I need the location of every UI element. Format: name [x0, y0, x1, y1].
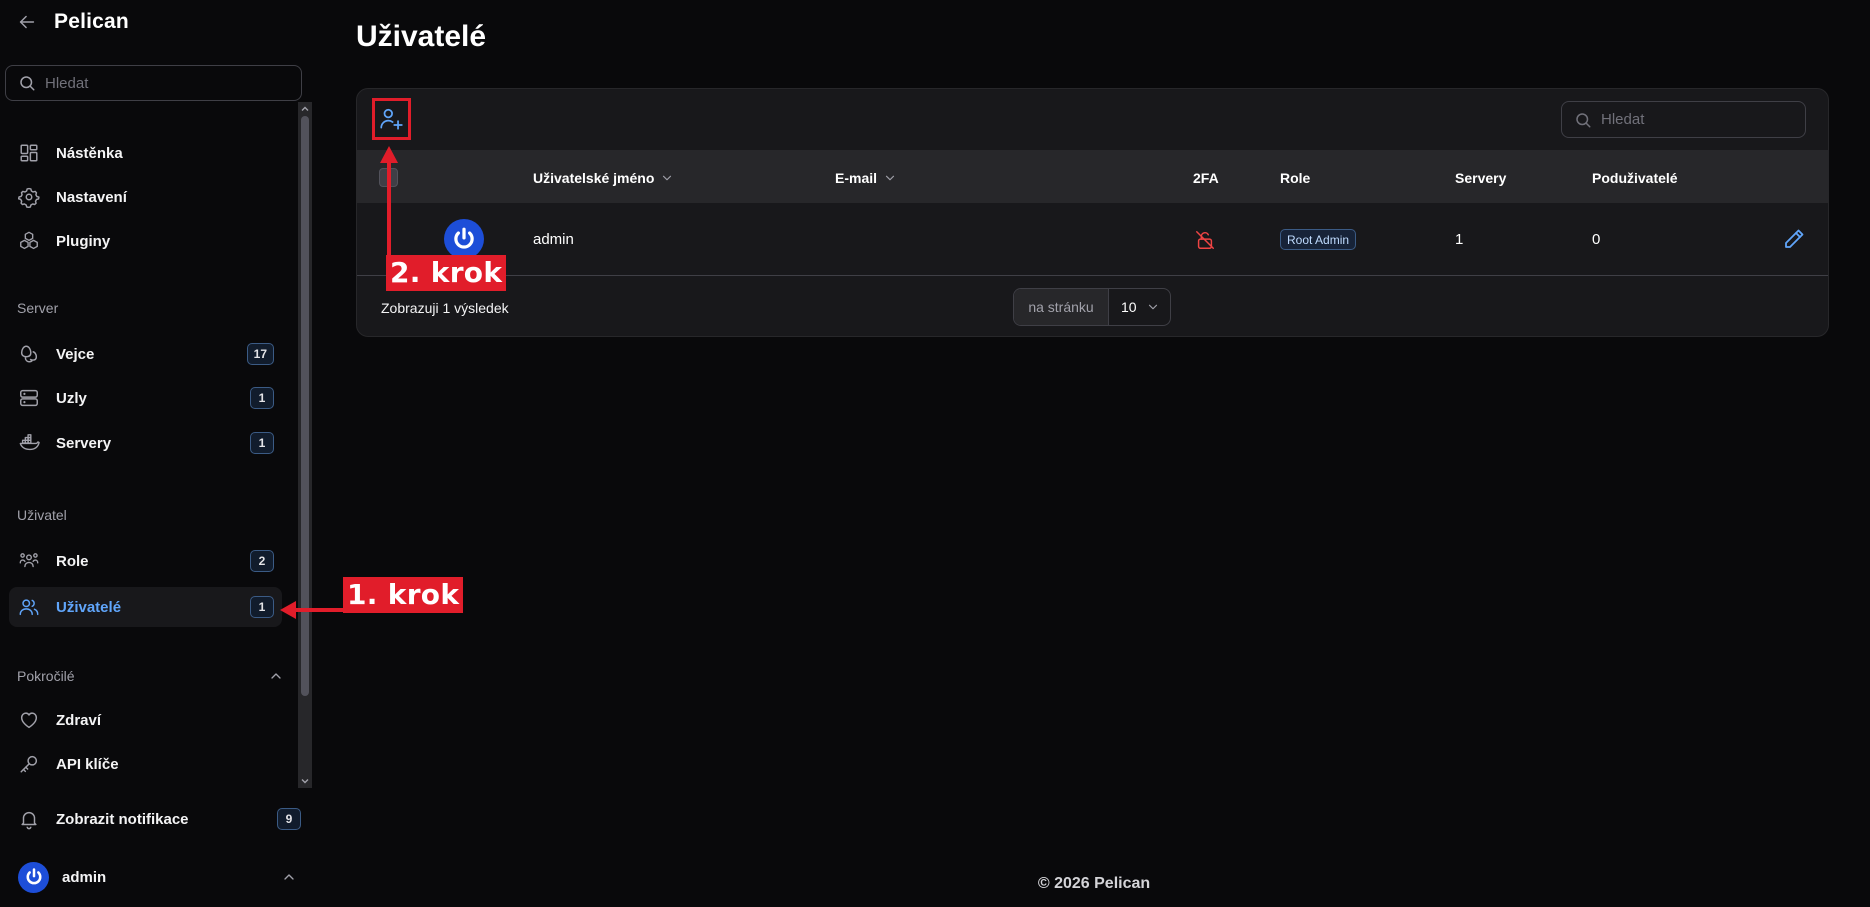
scroll-up-icon[interactable] [300, 104, 310, 114]
cell-username: admin [533, 231, 574, 248]
sidebar-item-label: Pluginy [56, 232, 111, 250]
cubes-icon [18, 230, 40, 252]
sidebar-item-health[interactable]: Zdraví [9, 700, 282, 740]
table-header: Uživatelské jméno E-mail 2FA Role Server… [357, 150, 1828, 203]
table-footer: Zobrazuji 1 výsledek na stránku 10 [357, 277, 1828, 336]
scrollbar-thumb[interactable] [301, 116, 309, 696]
sidebar-item-eggs[interactable]: Vejce 17 [9, 334, 282, 374]
column-username-label: Uživatelské jméno [533, 169, 655, 186]
column-2fa: 2FA [1193, 169, 1219, 186]
sidebar-item-settings[interactable]: Nastavení [9, 177, 282, 217]
chevron-down-icon [883, 171, 897, 185]
arrow-left-icon[interactable] [16, 11, 38, 33]
sidebar: Pelican Nástěnka Nastavení Pluginy [0, 0, 318, 907]
group-label-advanced: Pokročilé [17, 668, 75, 684]
chevron-down-icon [1148, 304, 1158, 310]
avatar [444, 219, 484, 259]
sidebar-item-label: Uzly [56, 389, 87, 407]
select-all-checkbox[interactable] [379, 168, 398, 187]
count-badge: 17 [246, 343, 274, 365]
per-page-select[interactable]: na stránku 10 [1013, 288, 1171, 326]
sidebar-item-label: Uživatelé [56, 598, 122, 616]
per-page-dropdown[interactable]: 10 [1109, 289, 1170, 325]
sidebar-nav: Nástěnka Nastavení Pluginy Server Vejce … [0, 102, 298, 788]
sidebar-item-plugins[interactable]: Pluginy [9, 221, 282, 261]
page-title: Uživatelé [356, 20, 487, 53]
sidebar-search-input[interactable] [45, 74, 285, 92]
per-page-label: na stránku [1014, 289, 1109, 325]
step2-label: 2. krok [386, 255, 507, 291]
notifications-label: Zobrazit notifikace [56, 810, 189, 828]
app-name[interactable]: Pelican [54, 10, 129, 34]
heart-icon [18, 709, 40, 731]
scroll-down-icon[interactable] [300, 776, 310, 786]
footer-copyright: © 2026 Pelican [1037, 875, 1151, 892]
group-label-user: Uživatel [17, 507, 67, 523]
sidebar-item-api-keys[interactable]: API klíče [9, 744, 282, 784]
server-stack-icon [18, 387, 40, 409]
edit-button[interactable] [1782, 227, 1808, 253]
search-icon [1574, 111, 1592, 129]
cell-servers: 1 [1455, 231, 1464, 248]
count-badge: 1 [250, 596, 274, 618]
column-role: Role [1280, 169, 1311, 186]
egg-icon [18, 343, 40, 365]
column-servers: Servery [1455, 169, 1507, 186]
sidebar-item-label: Role [56, 552, 89, 570]
table-toolbar [357, 89, 1828, 150]
users-icon [18, 596, 40, 618]
notifications-count: 9 [277, 808, 301, 830]
sidebar-scrollbar[interactable] [298, 102, 312, 788]
dashboard-icon [18, 142, 40, 164]
cell-2fa [1194, 203, 1216, 276]
step1-label: 1. krok [343, 577, 464, 613]
column-subusers: Poduživatelé [1592, 169, 1678, 186]
users-table-card: Uživatelské jméno E-mail 2FA Role Server… [356, 88, 1829, 337]
sidebar-item-label: Servery [56, 434, 112, 452]
brand-row: Pelican [16, 8, 129, 36]
search-icon [18, 74, 36, 92]
sidebar-item-label: API klíče [56, 755, 119, 773]
sidebar-search[interactable] [5, 65, 302, 101]
chevron-up-icon[interactable] [268, 668, 284, 684]
docker-icon [18, 432, 40, 454]
role-badge: Root Admin [1280, 229, 1357, 250]
sidebar-item-nodes[interactable]: Uzly 1 [9, 378, 282, 418]
cell-role: Root Admin [1280, 203, 1357, 276]
count-badge: 1 [250, 432, 274, 454]
sidebar-item-label: Vejce [56, 345, 95, 363]
column-email-label: E-mail [835, 169, 878, 186]
table-search[interactable] [1561, 101, 1806, 138]
table-row[interactable]: admin Root Admin 1 0 [357, 203, 1828, 276]
count-badge: 2 [250, 550, 274, 572]
sidebar-item-servers[interactable]: Servery 1 [9, 423, 282, 463]
sidebar-item-roles[interactable]: Role 2 [9, 541, 282, 581]
key-icon [18, 753, 40, 775]
count-badge: 1 [250, 387, 274, 409]
sidebar-item-dashboard[interactable]: Nástěnka [9, 133, 282, 173]
table-search-input[interactable] [1601, 111, 1791, 128]
pencil-icon [1785, 229, 1804, 248]
sidebar-item-label: Nástěnka [56, 144, 123, 162]
chevron-down-icon [660, 171, 674, 185]
bell-icon [18, 808, 40, 830]
gear-icon [18, 186, 40, 208]
sidebar-item-users[interactable]: Uživatelé 1 [9, 587, 282, 627]
cell-subusers: 0 [1592, 231, 1601, 248]
group-label-server: Server [17, 300, 59, 316]
per-page-value: 10 [1121, 299, 1137, 315]
column-email[interactable]: E-mail [835, 151, 897, 204]
sidebar-item-label: Nastavení [56, 188, 127, 206]
column-username[interactable]: Uživatelské jméno [533, 151, 674, 204]
step2-highlight-box [372, 98, 411, 140]
sidebar-item-label: Zdraví [56, 711, 102, 729]
users-group-icon [18, 550, 40, 572]
lock-disabled-icon [1194, 229, 1216, 251]
notifications-button[interactable]: Zobrazit notifikace 9 [9, 799, 301, 839]
